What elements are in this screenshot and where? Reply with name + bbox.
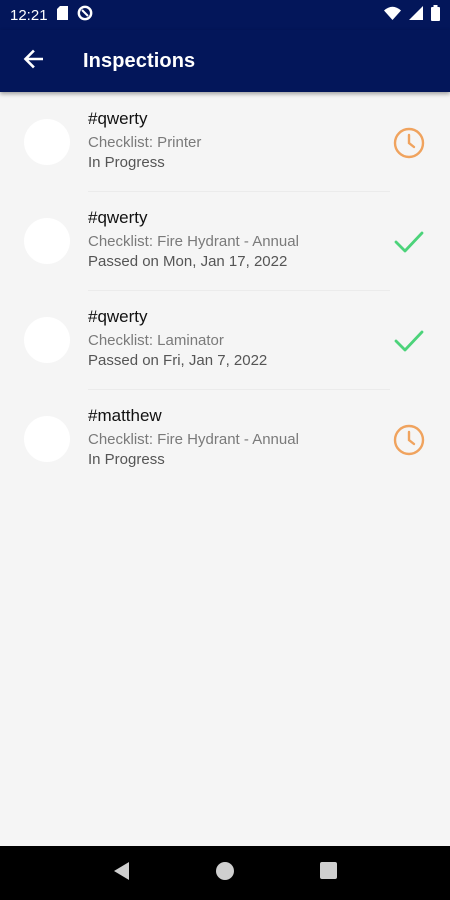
home-circle-icon: [215, 861, 234, 885]
arrow-left-icon: [23, 49, 44, 74]
app-bar: Inspections: [0, 30, 450, 92]
inspection-status: Passed on Fri, Jan 7, 2022: [88, 352, 268, 369]
inspection-checklist: Checklist: Fire Hydrant - Annual: [88, 431, 299, 448]
inspection-status: In Progress: [88, 451, 165, 468]
back-button[interactable]: [13, 41, 53, 81]
page-title: Inspections: [83, 49, 196, 72]
check-icon: [392, 324, 426, 358]
clock-icon: [392, 423, 426, 457]
list-item[interactable]: #qwerty Checklist: Laminator Passed on F…: [0, 290, 450, 390]
avatar: [24, 317, 70, 363]
inspection-list: #qwerty Checklist: Printer In Progress #…: [0, 92, 450, 488]
status-bar: 12:21: [0, 0, 450, 30]
avatar: [24, 416, 70, 462]
recents-square-icon: [319, 862, 337, 884]
inspection-title: #qwerty: [88, 208, 148, 227]
status-left: 12:21: [10, 5, 93, 25]
inspection-status: In Progress: [88, 154, 165, 171]
avatar: [24, 119, 70, 165]
sim-card-icon: [56, 6, 68, 24]
inspection-checklist: Checklist: Laminator: [88, 332, 224, 349]
status-right: [384, 4, 440, 26]
battery-icon: [431, 4, 440, 26]
back-triangle-icon: [113, 861, 130, 885]
list-item[interactable]: #qwerty Checklist: Fire Hydrant - Annual…: [0, 191, 450, 291]
inspection-title: #matthew: [88, 406, 162, 425]
avatar: [24, 218, 70, 264]
inspection-title: #qwerty: [88, 307, 148, 326]
inspection-status: Passed on Mon, Jan 17, 2022: [88, 253, 288, 270]
list-item-text: #qwerty Checklist: Printer In Progress: [88, 108, 390, 192]
status-time: 12:21: [10, 6, 48, 24]
list-item-text: #qwerty Checklist: Fire Hydrant - Annual…: [88, 207, 390, 291]
wifi-icon: [384, 6, 401, 25]
clock-icon: [392, 126, 426, 160]
list-item-text: #matthew Checklist: Fire Hydrant - Annua…: [88, 405, 390, 488]
system-nav-bar: [0, 846, 450, 900]
nav-back-button[interactable]: [102, 853, 142, 893]
list-item[interactable]: #matthew Checklist: Fire Hydrant - Annua…: [0, 389, 450, 488]
inspection-checklist: Checklist: Printer: [88, 134, 202, 151]
check-icon: [392, 225, 426, 259]
signal-icon: [409, 5, 423, 25]
nav-home-button[interactable]: [205, 853, 245, 893]
list-item[interactable]: #qwerty Checklist: Printer In Progress: [0, 92, 450, 192]
nav-recents-button[interactable]: [308, 853, 348, 893]
inspection-checklist: Checklist: Fire Hydrant - Annual: [88, 233, 299, 250]
list-item-text: #qwerty Checklist: Laminator Passed on F…: [88, 306, 390, 390]
data-saver-icon: [77, 5, 93, 25]
inspection-title: #qwerty: [88, 109, 148, 128]
